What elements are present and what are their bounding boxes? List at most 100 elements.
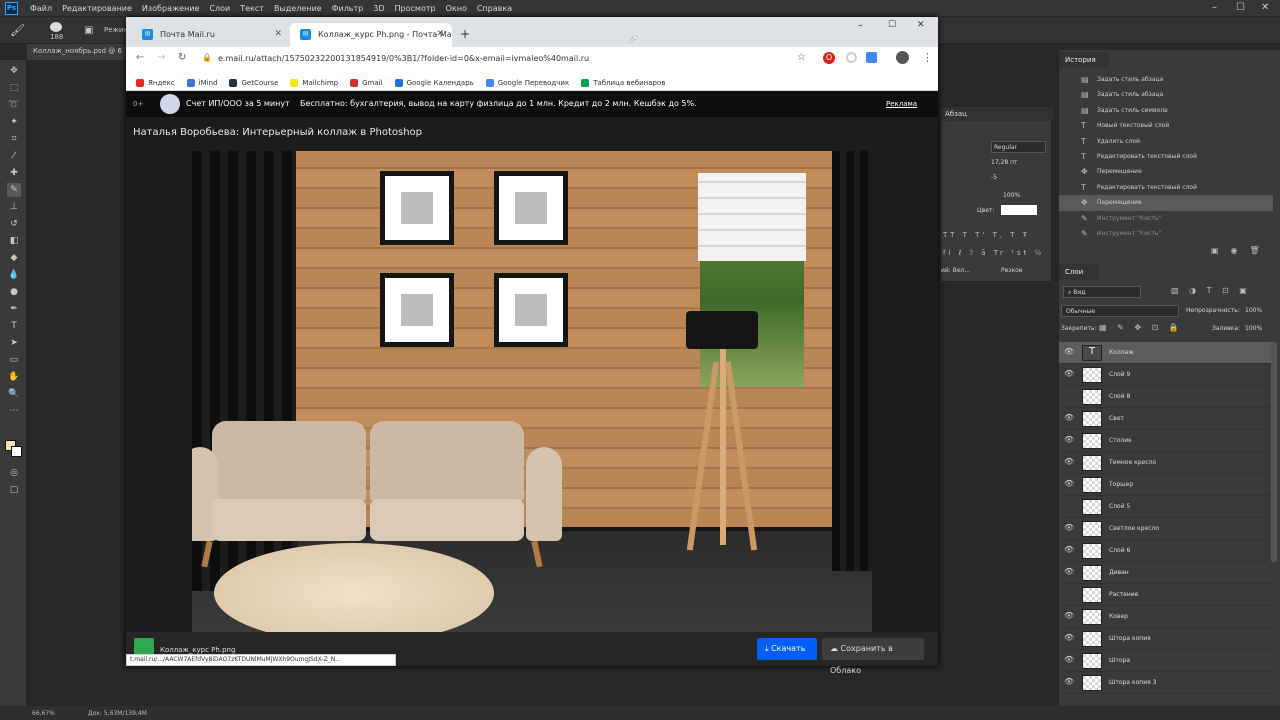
type-style-buttons[interactable]: TT T T' T, T Ŧ [943, 231, 1030, 239]
history-item[interactable]: ▤ Задать стиль абзаца [1059, 72, 1273, 87]
menu-item[interactable]: Слои [209, 4, 230, 13]
fill-field[interactable]: 100% [1245, 325, 1262, 332]
history-item[interactable]: ✎ Инструмент "Кисть" [1059, 226, 1273, 241]
layer-row[interactable]: 👁 Свет [1059, 408, 1273, 430]
visibility-eye-icon[interactable]: 👁 [1064, 479, 1074, 488]
history-tab[interactable]: История [1059, 52, 1109, 68]
brush-preview-icon[interactable] [50, 22, 62, 32]
brush-size[interactable]: 188 [50, 33, 63, 41]
menu-item[interactable]: Изображение [142, 4, 200, 13]
history-item[interactable]: T Редактировать текстовый слой [1059, 180, 1273, 195]
history-actions[interactable]: ▣◉🗑 [1211, 246, 1272, 255]
reload-icon[interactable]: ↻ [178, 52, 186, 63]
opentype-buttons[interactable]: fi ℓ ℐ ā Tr ¹st ½ [943, 249, 1044, 257]
visibility-eye-icon[interactable]: 👁 [1064, 633, 1074, 642]
dodge-tool-icon[interactable]: ● [7, 285, 21, 299]
stamp-tool-icon[interactable]: ⊥ [7, 200, 21, 214]
layer-row[interactable]: 👁 Темное кресло [1059, 452, 1273, 474]
text-color-swatch[interactable] [1001, 205, 1037, 215]
layer-filter-icons[interactable]: ▧ ◑ T ⊡ ▣ [1171, 286, 1251, 295]
close-tab-icon[interactable]: ✕ [436, 29, 444, 39]
antialias-select[interactable]: Резкое [1001, 267, 1023, 274]
browser-tab-attachment[interactable]: ✉ Коллаж_курс Ph.png - Почта Mail ✕ [290, 23, 452, 47]
layer-filter-select[interactable]: ⌕ Вид [1063, 286, 1141, 298]
bookmark-item[interactable]: Google Календарь [394, 76, 474, 90]
visibility-eye-icon[interactable]: 👁 [1064, 413, 1074, 422]
history-item[interactable]: T Удалить слой [1059, 134, 1273, 149]
rectangle-tool-icon[interactable]: ▭ [7, 353, 21, 367]
visibility-eye-icon[interactable]: 👁 [1064, 523, 1074, 532]
history-item[interactable]: T Новый текстовый слой [1059, 118, 1273, 133]
layer-row[interactable]: 👁 Диван [1059, 562, 1273, 584]
bookmark-item[interactable]: Google Переводчик [485, 76, 569, 90]
forward-icon[interactable]: → [157, 52, 165, 63]
zoom-tool-icon[interactable]: 🔍 [7, 387, 21, 401]
download-button[interactable]: ⤓ Скачать [757, 638, 817, 660]
close-icon[interactable]: ✕ [917, 20, 925, 30]
font-size-field[interactable]: 17,28 пт [991, 159, 1018, 166]
layer-row[interactable]: 👁 Слой 6 [1059, 540, 1273, 562]
layer-row[interactable]: Слой 5 [1059, 496, 1273, 518]
brush-tool-icon[interactable]: 🖌 [10, 23, 25, 37]
bookmark-item[interactable]: Таблица вебинаров [581, 76, 665, 90]
visibility-eye-icon[interactable]: 👁 [1064, 677, 1074, 686]
paragraph-tab[interactable]: Абзац [941, 107, 1053, 121]
layer-row[interactable]: Слой 8 [1059, 386, 1273, 408]
move-tool-icon[interactable]: ✥ [7, 64, 21, 78]
layer-row[interactable]: 👁 Слой 9 [1059, 364, 1273, 386]
ad-label[interactable]: Реклама [886, 100, 917, 108]
lock-icons[interactable]: ▦ ✎ ✥ ⊡ 🔒 [1099, 323, 1183, 332]
visibility-eye-icon[interactable]: 👁 [1064, 347, 1074, 356]
blur-tool-icon[interactable]: 💧 [7, 268, 21, 282]
quick-mask-icon[interactable]: ◎ [7, 466, 21, 480]
visibility-eye-icon[interactable]: 👁 [1064, 611, 1074, 620]
extension-icon[interactable] [846, 52, 857, 63]
visibility-eye-icon[interactable]: 👁 [1064, 655, 1074, 664]
menu-item[interactable]: Справка [477, 4, 512, 13]
menu-dots-icon[interactable]: ⋮ [922, 51, 933, 64]
bookmark-item[interactable]: Mailchimp [290, 76, 338, 90]
close-icon[interactable]: ✕ [1261, 2, 1269, 13]
url-field[interactable]: e.mail.ru/attach/15750232200131854919/0%… [212, 50, 812, 68]
hand-tool-icon[interactable]: ✋ [7, 370, 21, 384]
new-tab-button[interactable]: + [460, 27, 470, 41]
magic-wand-tool-icon[interactable]: ✦ [7, 115, 21, 129]
layer-row[interactable]: 👁 Светлое кресло [1059, 518, 1273, 540]
crop-tool-icon[interactable]: ⌗ [7, 132, 21, 146]
menu-item[interactable]: Выделение [274, 4, 322, 13]
layer-row[interactable]: 👁 Торшер [1059, 474, 1273, 496]
layer-row[interactable]: 👁 Штора [1059, 650, 1273, 672]
menu-item[interactable]: Просмотр [395, 4, 436, 13]
scale-field[interactable]: 100% [1003, 192, 1020, 199]
minimize-icon[interactable]: – [1212, 2, 1217, 13]
bookmark-item[interactable]: Яндекс [136, 76, 175, 90]
history-item[interactable]: ▤ Задать стиль символа [1059, 103, 1273, 118]
brush-tool-icon[interactable]: ✎ [7, 183, 21, 197]
save-to-cloud-button[interactable]: ☁ Сохранить в Облако [822, 638, 924, 675]
history-item[interactable]: ▤ Задать стиль абзаца [1059, 87, 1273, 102]
history-brush-tool-icon[interactable]: ↺ [7, 217, 21, 231]
browser-tab-mail[interactable]: ✉ Почта Mail.ru ✕ [132, 23, 290, 47]
more-tools-icon[interactable]: ⋯ [7, 404, 21, 418]
menu-item[interactable]: Редактирование [62, 4, 132, 13]
opacity-field[interactable]: 100% [1245, 307, 1262, 314]
background-color-swatch[interactable] [11, 446, 22, 457]
visibility-eye-icon[interactable]: 👁 [1064, 369, 1074, 378]
menu-item[interactable]: Окно [446, 4, 467, 13]
font-style-select[interactable]: Regular [991, 141, 1046, 153]
profile-avatar-icon[interactable] [896, 51, 909, 64]
lasso-tool-icon[interactable]: ➰ [7, 98, 21, 112]
eraser-tool-icon[interactable]: ◧ [7, 234, 21, 248]
layer-row[interactable]: 👁 Столик [1059, 430, 1273, 452]
type-tool-icon[interactable]: T [7, 319, 21, 333]
zoom-level[interactable]: 66,67% [32, 710, 55, 717]
history-item[interactable]: T Редактировать текстовый слой [1059, 149, 1273, 164]
layer-row[interactable]: 👁 Ковер [1059, 606, 1273, 628]
menu-item[interactable]: Текст [240, 4, 264, 13]
back-icon[interactable]: ← [136, 52, 144, 63]
opera-extension-icon[interactable]: O [823, 52, 835, 64]
marquee-tool-icon[interactable]: ⬚ [7, 81, 21, 95]
layer-row[interactable]: 👁 Штора копия [1059, 628, 1273, 650]
lock-icon[interactable]: 🔒 [202, 53, 212, 62]
layer-row[interactable]: Растение [1059, 584, 1273, 606]
